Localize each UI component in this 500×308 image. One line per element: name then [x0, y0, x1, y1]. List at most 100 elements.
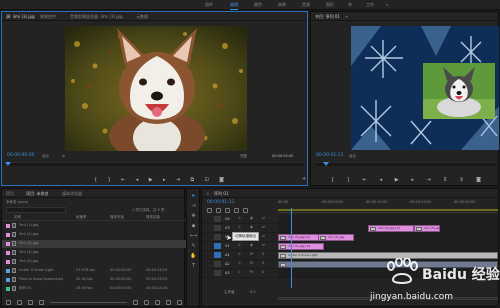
track-mute-icon[interactable]: M [250, 261, 253, 265]
source-timecode[interactable]: 00:00:00:00 [7, 153, 34, 158]
tab-audio-clip-mixer[interactable]: 音频剪辑混合器: 3mi (3).jpg [70, 14, 123, 20]
track-name[interactable]: A1 [225, 253, 230, 257]
timeline-clip[interactable]: 3mi (2).jpg [318, 234, 354, 241]
column-frame-rate[interactable]: 帧速率 [76, 215, 87, 220]
workspace-tab-color[interactable]: 颜色 [254, 2, 262, 8]
workspace-tab-effects[interactable]: 效果 [278, 2, 286, 8]
play-icon[interactable]: ▶ [149, 177, 153, 183]
track-solo-icon[interactable]: S [262, 252, 264, 256]
project-item-row[interactable]: Flow to Snow Space.mp4 25.00 fps 00:00:00:… [2, 276, 186, 284]
extract-icon[interactable]: ⊻ [460, 177, 464, 183]
insert-icon[interactable]: ⧉ [191, 177, 195, 183]
track-target-toggle[interactable] [214, 243, 221, 249]
source-button-editor-icon[interactable]: + [302, 176, 306, 182]
source-fit-dropdown[interactable]: 适合 [42, 154, 49, 159]
timeline-clip[interactable]: 3mi (5).jpg [414, 225, 440, 232]
track-target-toggle[interactable] [214, 270, 221, 276]
track-sync-icon[interactable]: ⇄ [262, 234, 265, 238]
track-mute-icon[interactable]: M [250, 252, 253, 256]
track-target-toggle[interactable] [214, 216, 221, 222]
program-step-back-icon[interactable]: ◂ [380, 177, 383, 183]
zoom-slider[interactable] [50, 301, 127, 303]
program-fit-dropdown[interactable]: 适合 [349, 154, 356, 159]
workspace-tab-editing[interactable]: 编辑 [230, 2, 238, 10]
track-lock-icon[interactable]: ⚿ [238, 252, 241, 256]
track-target-toggle[interactable] [214, 234, 221, 240]
timeline-playhead[interactable] [291, 208, 292, 288]
source-settings-icon[interactable]: ⚙ [62, 154, 65, 158]
timeline-clip[interactable]: 3mi (1).jpg [V] [278, 243, 324, 250]
track-solo-icon[interactable]: S [262, 261, 264, 265]
workspace-tab-work[interactable]: 工作 [366, 2, 374, 8]
source-playhead[interactable] [5, 162, 11, 166]
project-item-row[interactable]: Under A Snow Light 23.976 fps 00:00:00:00 0… [2, 267, 186, 275]
track-sync-icon[interactable]: ⇄ [262, 216, 265, 220]
project-item-row[interactable]: 3mi (4).jpg [2, 249, 186, 257]
track-solo-icon[interactable]: S [262, 270, 264, 274]
track-target-toggle[interactable] [214, 225, 221, 231]
razor-tool-icon[interactable]: ◆ [190, 223, 197, 230]
track-lock-icon[interactable]: ⚿ [238, 270, 241, 274]
camera-icon[interactable]: ◙ [219, 177, 224, 183]
project-search-input[interactable] [6, 207, 66, 213]
track-name[interactable]: A3 [225, 271, 230, 275]
lock-icon[interactable] [6, 299, 11, 305]
find-icon[interactable] [144, 299, 149, 305]
project-item-row[interactable]: 3mi (2).jpg [2, 231, 186, 239]
type-tool-icon[interactable]: T [190, 263, 197, 270]
workspace-tab-libraries[interactable]: 库 [348, 2, 352, 8]
track-lane[interactable] [278, 215, 498, 224]
timeline-settings-icon[interactable] [243, 208, 248, 213]
add-marker-icon[interactable] [234, 208, 239, 213]
track-eye-icon[interactable]: ◉ [250, 216, 253, 220]
tab-project[interactable]: 项目 [6, 191, 14, 197]
trash-icon[interactable] [177, 299, 182, 305]
track-sync-icon[interactable]: ⇄ [262, 225, 265, 229]
project-item-row[interactable]: 3mi (3).jpg [2, 240, 186, 248]
track-name[interactable]: V4 [225, 217, 230, 221]
program-mark-out-icon[interactable]: } [347, 177, 350, 183]
track-lock-icon[interactable]: ⚿ [238, 243, 241, 247]
track-lock-icon[interactable]: ⚿ [238, 261, 241, 265]
mark-in-icon[interactable]: { [94, 177, 97, 183]
track-name[interactable]: V1 [225, 244, 230, 248]
tab-sequence[interactable]: 序列 01 [214, 191, 228, 197]
track-select-tool-icon[interactable]: ⇥ [190, 203, 197, 210]
track-lock-icon[interactable]: ⚿ [238, 225, 241, 229]
source-scrub-bar[interactable] [6, 162, 304, 166]
source-viewer[interactable] [65, 26, 247, 151]
tab-source[interactable]: 源: 3mi (3).jpg [6, 14, 35, 20]
hand-tool-icon[interactable]: ✋ [190, 253, 197, 260]
snap-icon[interactable] [216, 208, 221, 213]
lift-icon[interactable]: ⊼ [443, 177, 447, 183]
track-target-toggle[interactable] [214, 261, 221, 267]
new-bin-icon[interactable] [155, 299, 160, 305]
track-eye-icon[interactable]: ◉ [250, 225, 253, 229]
step-forward-icon[interactable]: ▸ [163, 177, 166, 183]
project-item-row[interactable]: 3mi (5).jpg [2, 258, 186, 266]
nest-icon[interactable] [207, 208, 212, 213]
timeline-clip[interactable]: 3mi (4).jpg [V] [368, 225, 414, 232]
program-go-to-out-icon[interactable]: ⇥ [427, 177, 431, 183]
track-eye-icon[interactable]: ◉ [250, 243, 253, 247]
step-back-icon[interactable]: ◂ [136, 177, 139, 183]
workspace-overflow-button[interactable]: » [386, 2, 388, 7]
track-target-toggle[interactable] [214, 252, 221, 258]
project-item-row[interactable]: 序列 01 25.00 fps 00:00:00:00 00:00:24:24 [2, 285, 186, 293]
timeline-ruler[interactable]: 00:00 00:00:05:00 00:00:10:00 00:00:15:0… [278, 200, 498, 213]
track-lock-icon[interactable]: ⚿ [238, 216, 241, 220]
list-view-icon[interactable] [17, 299, 22, 305]
program-scrub-bar[interactable] [315, 162, 495, 166]
track-name[interactable]: V3 [225, 226, 230, 230]
program-viewer[interactable] [351, 26, 499, 150]
program-menu-icon[interactable]: ≡ [345, 14, 348, 19]
go-to-out-icon[interactable]: ⇥ [176, 177, 180, 183]
program-play-icon[interactable]: ▶ [395, 177, 399, 183]
timeline-timecode[interactable]: 00:00:01:11 [207, 200, 234, 205]
pen-tool-icon[interactable]: ✎ [190, 243, 197, 250]
tab-project-untitled[interactable]: 项目: 未命名 [26, 191, 49, 197]
track-sync-icon[interactable]: ⇄ [262, 243, 265, 247]
workspace-tab-assembly[interactable]: 组件 [205, 2, 213, 8]
timeline-close-icon[interactable]: × [206, 191, 209, 196]
work-area-bar[interactable] [278, 209, 498, 211]
